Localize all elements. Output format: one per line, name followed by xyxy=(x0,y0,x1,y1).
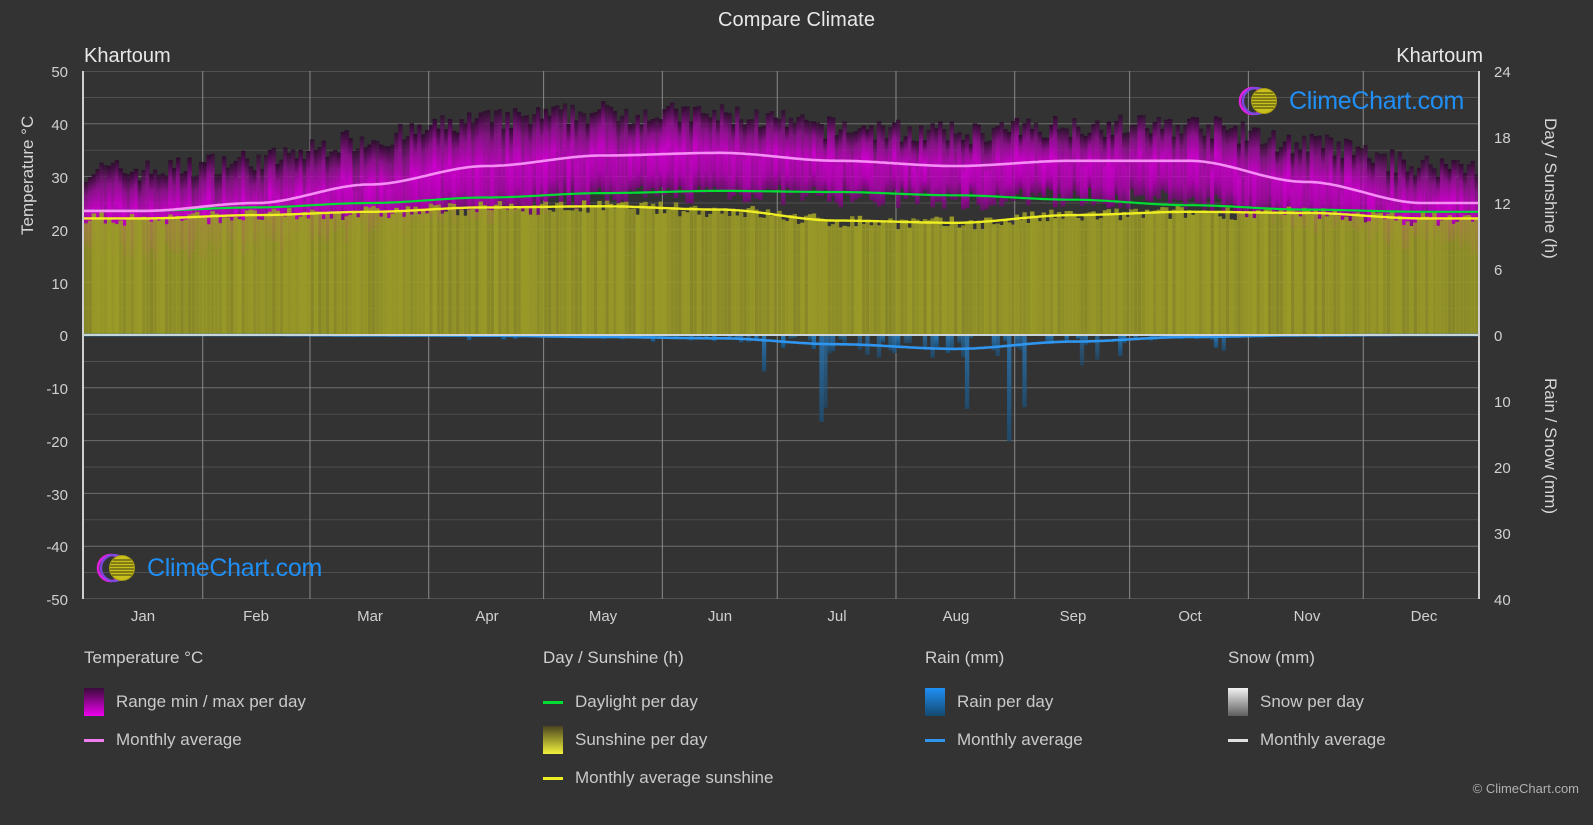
y-tick-right-precip: 40 xyxy=(1494,592,1511,609)
y-tick-right-precip: 20 xyxy=(1494,460,1511,477)
legend-item-rain-average[interactable]: Monthly average xyxy=(925,721,1083,759)
legend-item-snow-average[interactable]: Monthly average xyxy=(1228,721,1386,759)
y-tick-left: 30 xyxy=(51,170,68,187)
rain-average-line-swatch xyxy=(925,738,945,742)
temp-range-swatch xyxy=(84,688,104,716)
legend-item-daylight[interactable]: Daylight per day xyxy=(543,683,773,721)
location-label-right: Khartoum xyxy=(1396,45,1483,67)
x-tick-month: Jul xyxy=(827,608,847,625)
legend-item-sunshine-average[interactable]: Monthly average sunshine xyxy=(543,759,773,797)
y-tick-left: -50 xyxy=(46,592,68,609)
climechart-logo-icon xyxy=(96,553,135,583)
y-tick-right-hours: 18 xyxy=(1494,130,1511,147)
x-tick-month: May xyxy=(588,608,618,625)
legend-heading-rain: Rain (mm) xyxy=(925,648,1005,667)
snow-swatch xyxy=(1228,688,1248,716)
legend-label: Daylight per day xyxy=(575,692,698,711)
legend-heading-snow: Snow (mm) xyxy=(1228,648,1315,667)
x-tick-month: Sep xyxy=(1059,608,1087,625)
legend-label: Monthly average xyxy=(116,730,242,749)
temp-average-line-swatch xyxy=(84,738,104,742)
x-tick-month: Aug xyxy=(942,608,970,625)
watermark-logo-bottom: ClimeChart.com xyxy=(94,551,322,585)
watermark-logo-top: ClimeChart.com xyxy=(1236,84,1464,118)
legend-column-day-sunshine: Day / Sunshine (h) Daylight per day Suns… xyxy=(543,648,773,797)
legend-label: Snow per day xyxy=(1260,692,1364,711)
legend-item-rain[interactable]: Rain per day xyxy=(925,683,1083,721)
legend-heading-day-sunshine: Day / Sunshine (h) xyxy=(543,648,684,667)
legend-item-temp-range[interactable]: Range min / max per day xyxy=(84,683,306,721)
copyright-text: © ClimeChart.com xyxy=(1472,781,1579,796)
y-tick-left: -20 xyxy=(46,434,68,451)
legend-item-sunshine[interactable]: Sunshine per day xyxy=(543,721,773,759)
snow-average-line-swatch xyxy=(1228,738,1248,742)
climechart-logo-icon xyxy=(1238,86,1277,116)
legend-heading-temperature: Temperature °C xyxy=(84,648,204,667)
x-tick-month: Apr xyxy=(475,608,499,625)
y-tick-right-precip: 10 xyxy=(1494,394,1511,411)
y-axis-label-day-sunshine: Day / Sunshine (h) xyxy=(1541,118,1560,259)
y-tick-right-hours: 6 xyxy=(1494,262,1503,279)
x-tick-month: Jun xyxy=(707,608,733,625)
y-tick-left: 50 xyxy=(51,64,68,81)
y-tick-left: 10 xyxy=(51,276,68,293)
y-tick-left: -10 xyxy=(46,381,68,398)
legend-label: Sunshine per day xyxy=(575,730,708,749)
sunshine-swatch xyxy=(543,726,563,754)
legend-label: Monthly average xyxy=(1260,730,1386,749)
watermark-text: ClimeChart.com xyxy=(1289,86,1464,115)
page-title: Compare Climate xyxy=(717,9,876,31)
y-tick-right-hours: 0 xyxy=(1494,328,1503,345)
watermark-text: ClimeChart.com xyxy=(147,553,322,582)
y-axis-label-rain-snow: Rain / Snow (mm) xyxy=(1541,378,1560,515)
legend-label: Monthly average sunshine xyxy=(575,768,774,787)
y-tick-left: -30 xyxy=(46,487,68,504)
x-tick-month: Mar xyxy=(357,608,383,625)
daylight-line-swatch xyxy=(543,700,563,704)
y-tick-left: 0 xyxy=(59,328,68,345)
location-label-left: Khartoum xyxy=(84,45,171,67)
y-tick-left: -40 xyxy=(46,539,68,556)
x-tick-month: Dec xyxy=(1410,608,1438,625)
legend-column-rain: Rain (mm) Rain per day Monthly average xyxy=(925,648,1083,759)
x-tick-month: Oct xyxy=(1178,608,1202,625)
rain-swatch xyxy=(925,688,945,716)
x-tick-month: Nov xyxy=(1293,608,1321,625)
y-tick-right-precip: 30 xyxy=(1494,526,1511,543)
y-tick-left: 40 xyxy=(51,117,68,134)
x-tick-month: Feb xyxy=(243,608,269,625)
y-tick-left: 20 xyxy=(51,223,68,240)
legend-label: Rain per day xyxy=(957,692,1054,711)
climate-plot-svg xyxy=(84,71,1478,599)
chart-legend: Temperature °C Range min / max per day M… xyxy=(0,648,1593,798)
x-tick-month: Jan xyxy=(130,608,156,625)
legend-column-snow: Snow (mm) Snow per day Monthly average xyxy=(1228,648,1386,759)
y-tick-right-hours: 24 xyxy=(1494,64,1511,81)
legend-label: Monthly average xyxy=(957,730,1083,749)
y-tick-right-hours: 12 xyxy=(1494,196,1511,213)
legend-item-temp-average[interactable]: Monthly average xyxy=(84,721,306,759)
legend-item-snow[interactable]: Snow per day xyxy=(1228,683,1386,721)
climate-plot-area: ClimeChart.com ClimeChart.com xyxy=(82,71,1480,599)
legend-label: Range min / max per day xyxy=(116,692,306,711)
legend-column-temperature: Temperature °C Range min / max per day M… xyxy=(84,648,306,759)
sunshine-average-line-swatch xyxy=(543,776,563,780)
